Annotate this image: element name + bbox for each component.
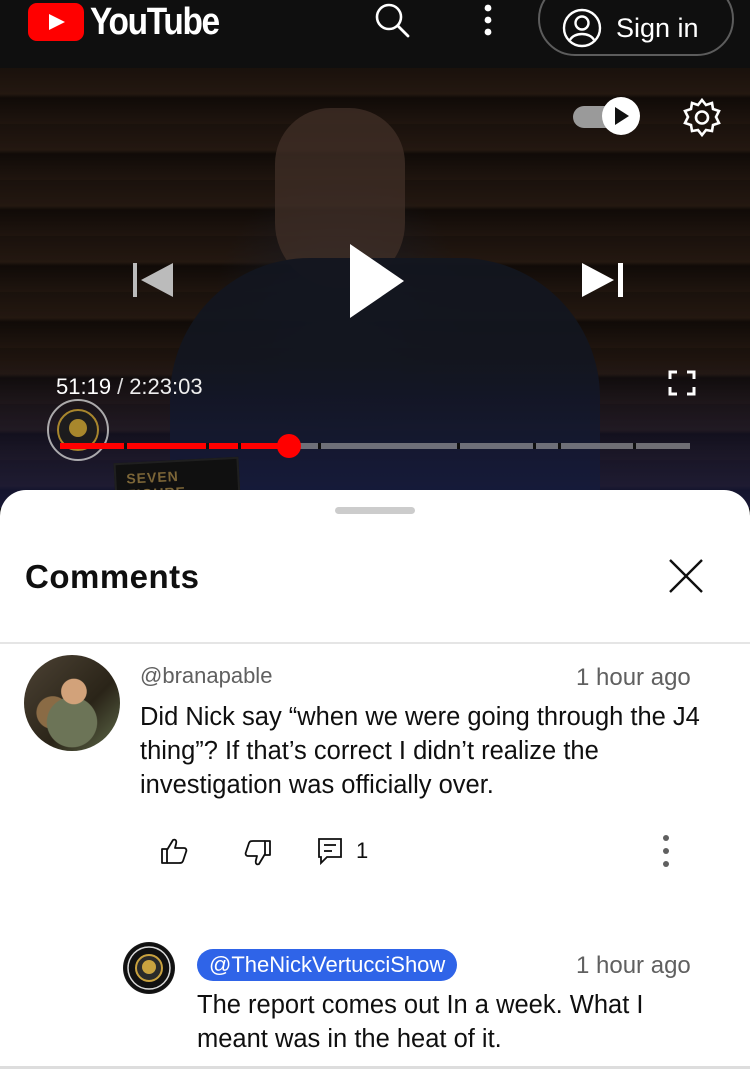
autoplay-toggle-icon bbox=[573, 97, 640, 135]
chapter-gap bbox=[238, 443, 241, 449]
comment-author[interactable]: @branapable bbox=[140, 663, 272, 689]
more-vert-icon bbox=[663, 835, 669, 867]
close-button[interactable] bbox=[664, 554, 708, 598]
comment-timestamp: 1 hour ago bbox=[576, 664, 691, 691]
chapter-gap bbox=[206, 443, 209, 449]
top-app-bar: YouTube Sign in bbox=[0, 0, 750, 68]
progress-bar[interactable] bbox=[60, 434, 690, 458]
time-display: 51:19/2:23:03 bbox=[56, 374, 203, 400]
dislike-button[interactable] bbox=[244, 837, 276, 869]
divider bbox=[0, 642, 750, 644]
comment-menu-button[interactable] bbox=[656, 831, 676, 871]
previous-button[interactable] bbox=[125, 258, 181, 302]
comments-panel: Comments @branapable 1 hour ago Did Nick… bbox=[0, 490, 750, 1073]
channel-avatar[interactable] bbox=[123, 942, 175, 994]
chapter-gap bbox=[124, 443, 127, 449]
thumbs-down-icon bbox=[244, 840, 271, 866]
current-time: 51:19 bbox=[56, 374, 112, 399]
close-icon bbox=[669, 559, 703, 593]
youtube-logo-icon bbox=[28, 3, 84, 41]
chapter-gap bbox=[318, 443, 321, 449]
play-button[interactable] bbox=[338, 236, 414, 326]
comment-text: Did Nick say “when we were going through… bbox=[140, 703, 700, 799]
skip-next-icon bbox=[582, 263, 623, 297]
sign-in-label: Sign in bbox=[616, 12, 699, 43]
chapter-gap bbox=[533, 443, 536, 449]
more-options-button[interactable] bbox=[470, 0, 506, 40]
play-icon bbox=[350, 244, 404, 318]
search-button[interactable] bbox=[370, 0, 414, 40]
chapter-gap bbox=[558, 443, 561, 449]
chapter-gap bbox=[633, 443, 636, 449]
youtube-logo[interactable]: YouTube bbox=[28, 0, 236, 43]
search-icon bbox=[375, 3, 410, 38]
comments-title: Comments bbox=[25, 558, 200, 595]
reply-button[interactable]: 1 bbox=[316, 835, 368, 867]
settings-button[interactable] bbox=[680, 96, 724, 140]
fullscreen-icon bbox=[668, 370, 696, 396]
divider bbox=[0, 1066, 750, 1069]
progress-fill bbox=[60, 443, 290, 449]
fullscreen-button[interactable] bbox=[664, 368, 700, 398]
sign-in-button[interactable]: Sign in bbox=[538, 0, 734, 56]
chapter-gap bbox=[457, 443, 460, 449]
like-button[interactable] bbox=[160, 835, 192, 867]
more-vert-icon bbox=[484, 4, 492, 36]
skip-previous-icon bbox=[133, 263, 173, 297]
autoplay-toggle[interactable] bbox=[571, 96, 643, 136]
channel-logo-icon bbox=[124, 943, 174, 993]
reply-timestamp: 1 hour ago bbox=[576, 952, 691, 979]
time-separator: / bbox=[117, 374, 124, 399]
next-button[interactable] bbox=[574, 258, 630, 302]
channel-watermark-icon bbox=[47, 399, 109, 461]
logo-text: YouTube bbox=[90, 0, 220, 43]
drag-handle[interactable] bbox=[335, 507, 415, 514]
video-player[interactable]: SEVEN FIGURE bbox=[0, 68, 750, 508]
settings-gear-icon bbox=[683, 97, 721, 138]
duration: 2:23:03 bbox=[129, 374, 203, 399]
avatar[interactable] bbox=[24, 655, 120, 751]
thumbs-up-icon bbox=[161, 838, 188, 864]
reply-count: 1 bbox=[356, 838, 369, 863]
comment-reply-icon bbox=[318, 838, 342, 866]
creator-handle-badge[interactable]: @TheNickVertucciShow bbox=[197, 949, 458, 981]
account-icon bbox=[562, 8, 602, 48]
reply-text: The report comes out In a week. What I m… bbox=[197, 991, 644, 1053]
